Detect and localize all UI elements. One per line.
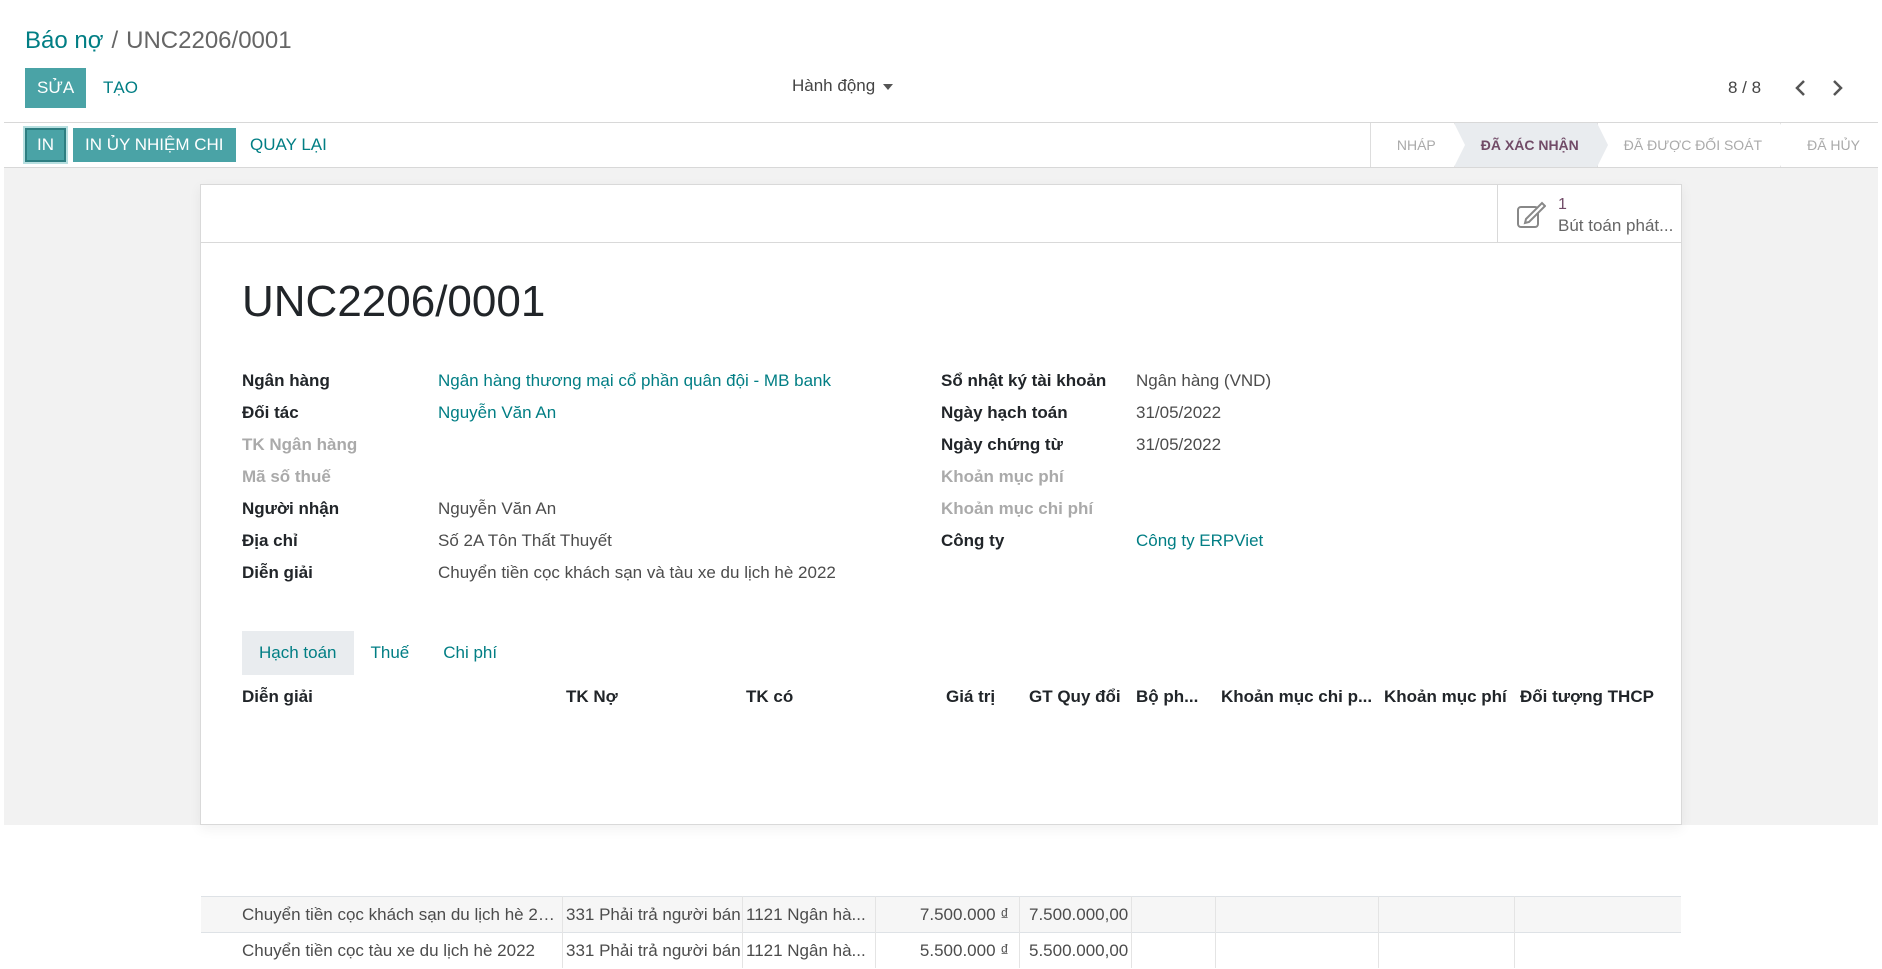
journal-field: Ngân hàng (VND) (1136, 371, 1272, 390)
document-date-field: 31/05/2022 (1136, 435, 1222, 454)
stage-confirmed[interactable]: ĐÃ XÁC NHẬN (1453, 123, 1608, 167)
row-converted-amount: 5.500.000,00 (1029, 941, 1129, 960)
column-divider (1378, 896, 1379, 968)
pager-value[interactable]: 8 / 8 (1728, 78, 1761, 98)
edit-button[interactable]: SỬA (25, 68, 87, 108)
record-title: UNC2206/0001 (242, 277, 546, 326)
description-label: Diễn giải (242, 563, 313, 582)
column-header-expense-item[interactable]: Khoản mục chi p... (1221, 675, 1372, 719)
row-amount: 5.500.000 ₫ (919, 941, 1009, 960)
description-field: Chuyển tiền cọc khách sạn và tàu xe du l… (438, 563, 836, 582)
row-description: Chuyển tiền cọc tàu xe du lịch hè 2022 (242, 941, 535, 960)
button-box: 1 Bút toán phát... (201, 185, 1681, 243)
column-divider (742, 896, 743, 968)
tab-accounting[interactable]: Hạch toán (242, 631, 354, 675)
status-bar: IN IN ỦY NHIỆM CHI QUAY LẠI NHÁP ĐÃ XÁC … (4, 122, 1878, 168)
column-header-amount[interactable]: Giá trị (946, 675, 995, 719)
partner-label: Đối tác (242, 403, 299, 422)
row-converted-amount: 7.500.000,00 (1029, 905, 1129, 924)
create-button[interactable]: TẠO (93, 68, 148, 108)
column-header-debit-account[interactable]: TK Nợ (566, 675, 618, 719)
accounting-date-field: 31/05/2022 (1136, 403, 1222, 422)
smart-button-count: 1 (1558, 196, 1567, 213)
bank-label: Ngân hàng (242, 371, 330, 390)
table-row[interactable]: Chuyển tiền cọc tàu xe du lịch hè 2022 3… (201, 932, 1681, 968)
stage-reconciled[interactable]: ĐÃ ĐƯỢC ĐỐI SOÁT (1596, 123, 1792, 167)
actions-label: Hành động (792, 76, 876, 95)
stage-cancelled[interactable]: ĐÃ HỦY (1780, 123, 1878, 167)
back-button[interactable]: QUAY LẠI (238, 128, 339, 162)
column-header-description[interactable]: Diễn giải (242, 675, 313, 719)
company-field[interactable]: Công ty ERPViet (1136, 530, 1263, 552)
journal-entries-smart-button[interactable]: 1 Bút toán phát... (1497, 185, 1681, 242)
table-row[interactable]: Chuyển tiền cọc khách sạn du lịch hè 20.… (201, 896, 1681, 932)
row-description: Chuyển tiền cọc khách sạn du lịch hè 20.… (242, 905, 557, 924)
print-button[interactable]: IN (25, 128, 66, 162)
form-sheet: 1 Bút toán phát... UNC2206/0001 Ngân hàn… (200, 184, 1682, 968)
recipient-label: Người nhận (242, 499, 340, 518)
journal-label: Sổ nhật ký tài khoản (941, 371, 1107, 390)
edit-icon (1517, 201, 1546, 228)
chevron-left-icon (1795, 80, 1805, 96)
column-header-fee-item[interactable]: Khoản mục phí (1384, 675, 1507, 719)
column-divider (1019, 896, 1020, 968)
row-credit-account: 1121 Ngân hà... (746, 941, 866, 960)
tab-expense[interactable]: Chi phí (426, 631, 514, 675)
breadcrumb-parent-link[interactable]: Báo nợ (25, 27, 103, 54)
status-stages: NHÁP ĐÃ XÁC NHẬN ĐÃ ĐƯỢC ĐỐI SOÁT ĐÃ HỦY (1369, 123, 1878, 167)
fee-item-label: Khoản mục phí (941, 467, 1064, 486)
address-field: Số 2A Tôn Thất Thuyết (438, 531, 612, 550)
row-credit-account: 1121 Ngân hà... (746, 905, 866, 924)
breadcrumb-separator: / (111, 27, 119, 54)
tab-tax[interactable]: Thuế (354, 631, 427, 675)
row-debit-account: 331 Phải trả người bán (566, 905, 741, 924)
column-divider (1131, 896, 1132, 968)
recipient-field: Nguyễn Văn An (438, 499, 557, 518)
column-header-credit-account[interactable]: TK có (746, 675, 793, 719)
accounting-date-label: Ngày hạch toán (941, 403, 1068, 422)
row-debit-account: 331 Phải trả người bán (566, 941, 741, 960)
column-divider (1514, 896, 1515, 968)
bank-account-label: TK Ngân hàng (242, 435, 358, 454)
pager-previous-button[interactable] (1788, 76, 1814, 100)
notebook-tabs: Hạch toán Thuế Chi phí (242, 631, 514, 675)
column-header-converted-amount[interactable]: GT Quy đổi (1029, 675, 1121, 719)
expense-item-label: Khoản mục chi phí (941, 499, 1094, 518)
row-amount: 7.500.000 ₫ (919, 905, 1009, 924)
column-divider (875, 896, 876, 968)
chevron-right-icon (1833, 80, 1843, 96)
bank-field[interactable]: Ngân hàng thương mại cổ phần quân đội - … (438, 370, 831, 392)
pager-next-button[interactable] (1824, 76, 1850, 100)
print-payment-order-button[interactable]: IN ỦY NHIỆM CHI (73, 128, 236, 162)
stage-draft[interactable]: NHÁP (1369, 123, 1465, 167)
column-header-department[interactable]: Bộ ph... (1136, 675, 1198, 719)
partner-field[interactable]: Nguyễn Văn An (438, 402, 556, 424)
tax-code-label: Mã số thuế (242, 467, 331, 486)
column-divider (1215, 896, 1216, 968)
address-label: Địa chỉ (242, 531, 298, 550)
breadcrumb-current: UNC2206/0001 (126, 27, 292, 54)
column-divider (562, 896, 563, 968)
document-date-label: Ngày chứng từ (941, 435, 1063, 454)
company-label: Công ty (941, 531, 1005, 550)
breadcrumb: Báo nợ / UNC2206/0001 (25, 25, 292, 57)
column-header-cost-object[interactable]: Đối tượng THCP (1520, 675, 1654, 719)
actions-dropdown[interactable]: Hành động (792, 76, 894, 96)
smart-button-label: Bút toán phát... (1558, 216, 1674, 235)
caret-down-icon (883, 83, 894, 90)
